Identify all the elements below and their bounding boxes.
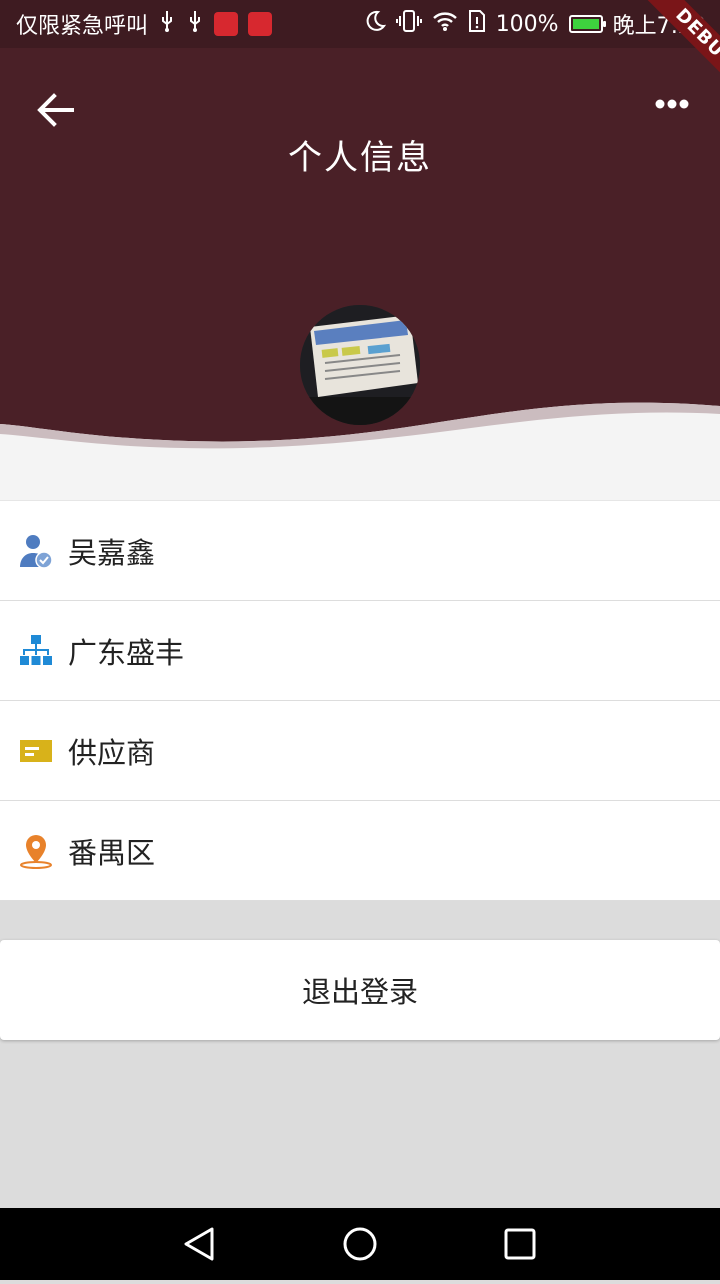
- company-name: 广东盛丰: [68, 635, 185, 670]
- more-button[interactable]: [648, 82, 700, 138]
- jd-app-icon: [248, 12, 273, 36]
- profile-row-role[interactable]: 供应商: [0, 701, 720, 801]
- recents-square-icon[interactable]: [504, 1228, 536, 1260]
- user-role: 供应商: [68, 735, 156, 770]
- battery-percent: 100%: [495, 11, 559, 37]
- avatar[interactable]: [300, 305, 420, 425]
- user-name: 吴嘉鑫: [68, 535, 156, 570]
- system-nav-bar: [0, 1208, 720, 1280]
- logout-button[interactable]: 退出登录: [0, 940, 720, 1040]
- moon-icon: [364, 10, 386, 38]
- page-title: 个人信息: [288, 138, 432, 178]
- org-chart-icon: [18, 633, 54, 669]
- id-card-icon: [18, 733, 54, 769]
- usb-icon: [158, 9, 176, 39]
- back-triangle-icon[interactable]: [184, 1227, 214, 1261]
- avatar-photo: [300, 305, 420, 425]
- battery-icon: [568, 15, 606, 33]
- profile-info-list: 吴嘉鑫 广东盛丰 供应商 番禺区: [0, 500, 720, 901]
- district-name: 番禺区: [68, 835, 156, 870]
- usb-icon: [186, 9, 204, 39]
- home-circle-icon[interactable]: [343, 1227, 377, 1261]
- clock: 晚上7:29: [612, 14, 706, 39]
- more-horizontal-icon: [655, 99, 689, 109]
- profile-row-company[interactable]: 广东盛丰: [0, 601, 720, 701]
- toutiao-app-icon: [214, 12, 239, 36]
- vibrate-icon: [395, 9, 422, 39]
- status-bar: 仅限紧急呼叫 100% 晚上7:29: [0, 0, 720, 48]
- profile-row-district[interactable]: 番禺区: [0, 801, 720, 901]
- carrier-status-text: 仅限紧急呼叫: [16, 14, 149, 39]
- profile-row-name[interactable]: 吴嘉鑫: [0, 500, 720, 601]
- sim-alert-icon: [468, 9, 486, 39]
- wifi-icon: [432, 10, 458, 38]
- user-verified-icon: [18, 533, 54, 569]
- location-pin-icon: [18, 833, 54, 869]
